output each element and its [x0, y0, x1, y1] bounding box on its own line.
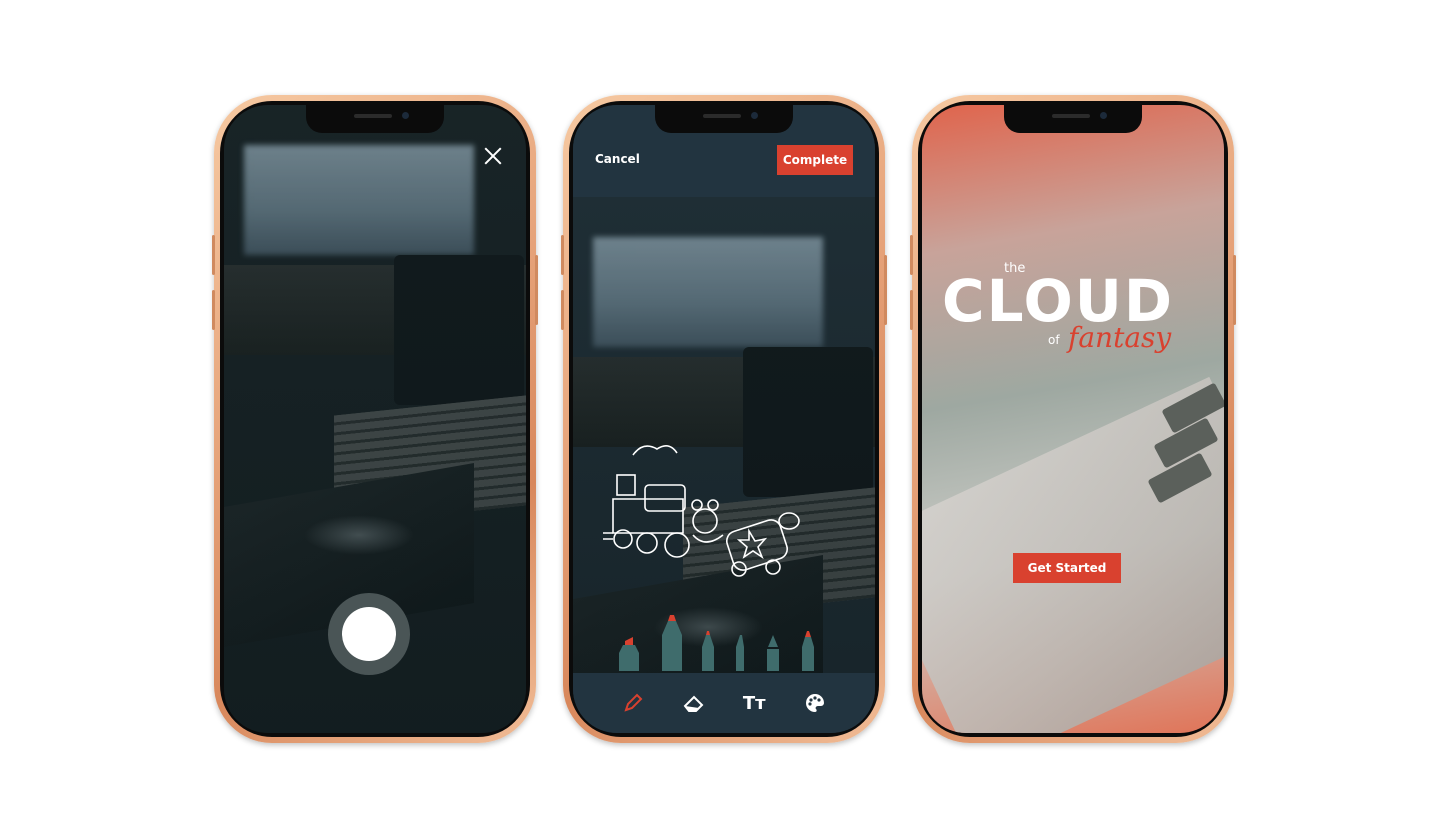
pencil-marker-icon[interactable]	[801, 631, 815, 671]
fine-pen-icon[interactable]	[735, 635, 747, 671]
pencil-icon	[624, 693, 643, 712]
complete-button[interactable]: Complete	[777, 145, 853, 175]
logo-fantasy: fantasy	[1068, 321, 1172, 354]
side-button	[884, 255, 887, 325]
marker-icon[interactable]	[661, 615, 683, 671]
side-button	[561, 235, 564, 275]
eraser-tool-button[interactable]	[681, 690, 707, 716]
camera-screen	[224, 105, 526, 733]
side-button	[535, 255, 538, 325]
side-button	[212, 290, 215, 330]
toy-train-doodle-icon[interactable]	[593, 435, 803, 585]
side-button	[910, 235, 913, 275]
get-started-button[interactable]: Get Started	[1013, 553, 1121, 583]
color-tool-button[interactable]	[802, 690, 828, 716]
side-button	[561, 290, 564, 330]
phone-camera	[212, 95, 538, 743]
welcome-screen: the CLOUD of fantasy Get Started	[922, 105, 1224, 733]
notch	[306, 105, 444, 133]
eraser-icon	[683, 695, 704, 712]
marker-tray	[573, 605, 875, 671]
close-icon[interactable]	[482, 145, 504, 167]
fountain-pen-icon[interactable]	[766, 635, 780, 671]
notch	[655, 105, 793, 133]
phone-welcome: the CLOUD of fantasy Get Started	[910, 95, 1236, 743]
palette-icon	[805, 694, 824, 712]
side-button	[1233, 255, 1236, 325]
editor-screen: Cancel Complete Tт	[573, 105, 875, 733]
notch	[1004, 105, 1142, 133]
phone-editor: Cancel Complete Tт	[561, 95, 887, 743]
side-button	[910, 290, 913, 330]
pencil-tool-button[interactable]	[620, 690, 646, 716]
shutter-inner	[342, 607, 396, 661]
cancel-button[interactable]: Cancel	[595, 152, 640, 166]
wide-pen-icon[interactable]	[701, 631, 715, 671]
logo-of: of	[1048, 333, 1060, 347]
text-tool-button[interactable]: Tт	[741, 690, 767, 716]
side-button	[212, 235, 215, 275]
shutter-button[interactable]	[328, 593, 410, 675]
editor-bottom-toolbar: Tт	[573, 673, 875, 733]
highlighter-marker-icon[interactable]	[617, 637, 641, 671]
